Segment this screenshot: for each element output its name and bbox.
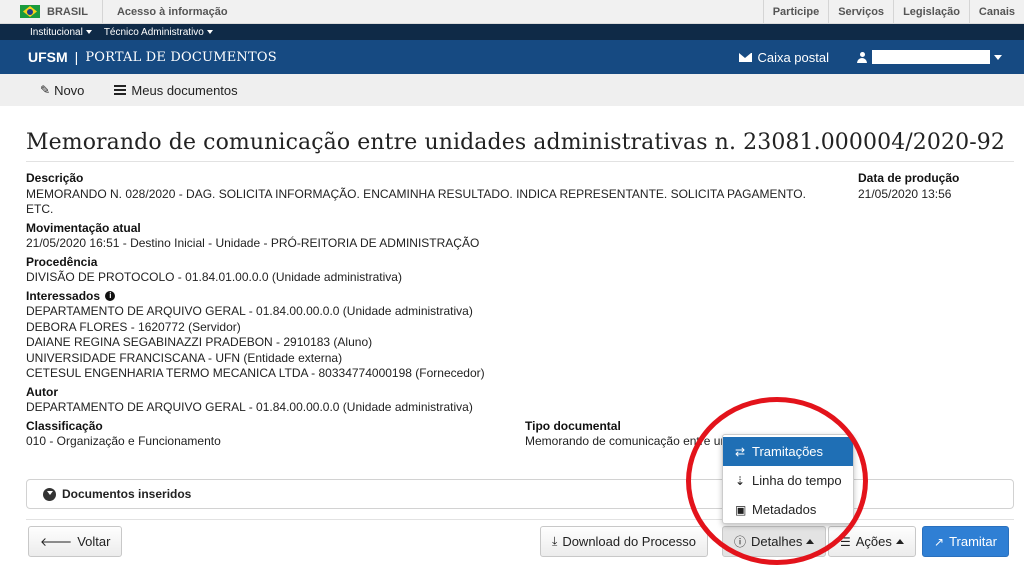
participe-link[interactable]: Participe: [762, 0, 828, 23]
interessado-item: CETESUL ENGENHARIA TERMO MECANICA LTDA -…: [26, 366, 485, 380]
detalhes-dropdown-menu: ⇄ Tramitações ⇣ Linha do tempo ▣ Metadad…: [722, 434, 854, 524]
sort-timeline-icon: ⇣: [735, 473, 746, 488]
metadados-label: Metadados: [752, 502, 817, 517]
movimentacao-value: 21/05/2020 16:51 - Destino Inicial - Uni…: [26, 236, 480, 250]
data-producao-label: Data de produção: [858, 171, 960, 185]
interessado-item: DAIANE REGINA SEGABINAZZI PRADEBON - 291…: [26, 335, 373, 349]
share-icon: ↗: [934, 534, 945, 549]
legislacao-link[interactable]: Legislação: [893, 0, 969, 23]
movimentacao-block: Movimentação atual 21/05/2020 16:51 - De…: [26, 221, 1014, 252]
ufsm-logo[interactable]: UFSM: [28, 49, 68, 65]
exchange-icon: ⇄: [735, 444, 746, 459]
acoes-label: Ações: [855, 534, 892, 549]
user-menu[interactable]: [857, 50, 1002, 64]
archive-icon: ▣: [735, 502, 747, 517]
voltar-label: Voltar: [77, 534, 111, 549]
header-separator: |: [74, 49, 79, 65]
menu-item-linha-do-tempo[interactable]: ⇣ Linha do tempo: [723, 466, 853, 495]
interessados-label: Interessados: [26, 288, 101, 303]
novo-label: Novo: [54, 82, 85, 98]
gov-bar: BRASIL Acesso à informação Participe Ser…: [0, 0, 1024, 24]
documentos-inseridos-accordion[interactable]: Documentos inseridos: [26, 479, 1014, 509]
autor-label: Autor: [26, 384, 58, 399]
chevron-down-circle-icon: [43, 487, 56, 501]
acoes-button[interactable]: ☰ Ações: [828, 526, 916, 557]
servicos-link[interactable]: Serviços: [828, 0, 893, 23]
page-title: Memorando de comunicação entre unidades …: [26, 130, 1014, 162]
autor-value: DEPARTAMENTO DE ARQUIVO GERAL - 01.84.00…: [26, 400, 473, 414]
data-producao-value: 21/05/2020 13:56: [858, 186, 952, 201]
interessado-item: DEBORA FLORES - 1620772 (Servidor): [26, 319, 241, 334]
autor-block: Autor DEPARTAMENTO DE ARQUIVO GERAL - 01…: [26, 385, 1014, 416]
procedencia-label: Procedência: [26, 254, 98, 269]
classificacao-block: Classificação 010 - Organização e Funcio…: [26, 419, 525, 450]
novo-button[interactable]: ✎ Novo: [40, 83, 84, 98]
meus-documentos-label: Meus documentos: [131, 82, 238, 98]
classificacao-value: 010 - Organização e Funcionamento: [26, 434, 221, 448]
list-icon: [114, 85, 127, 95]
detalhes-button[interactable]: ⓘ Detalhes: [722, 526, 827, 557]
tramitar-button[interactable]: ↗ Tramitar: [922, 526, 1009, 557]
download-label: Download do Processo: [562, 534, 697, 549]
download-processo-button[interactable]: ⤓ Download do Processo: [540, 526, 709, 557]
tramitacoes-label: Tramitações: [752, 444, 824, 459]
interessado-item: DEPARTAMENTO DE ARQUIVO GERAL - 01.84.00…: [26, 304, 473, 318]
detalhes-label: Detalhes: [751, 534, 803, 549]
download-icon: ⤓: [552, 534, 558, 548]
caixa-postal-label: Caixa postal: [757, 49, 829, 65]
menu-item-tramitacoes[interactable]: ⇄ Tramitações: [723, 437, 853, 466]
portal-title[interactable]: PORTAL DE DOCUMENTOS: [85, 50, 277, 65]
linha-do-tempo-label: Linha do tempo: [752, 473, 842, 488]
brazil-flag-icon: [20, 5, 40, 18]
caret-up-icon: [806, 539, 815, 544]
brasil-link[interactable]: BRASIL: [0, 0, 103, 23]
tecnico-label: Técnico Administrativo: [103, 26, 204, 38]
procedencia-block: Procedência DIVISÃO DE PROTOCOLO - 01.84…: [26, 255, 1014, 286]
movimentacao-label: Movimentação atual: [26, 220, 141, 235]
tecnico-menu[interactable]: Técnico Administrativo: [104, 27, 213, 38]
caret-down-icon: [994, 54, 1002, 60]
meus-documentos-button[interactable]: Meus documentos: [114, 82, 238, 98]
divider: [26, 519, 1014, 520]
documentos-inseridos-label: Documentos inseridos: [62, 487, 192, 501]
pencil-icon: ✎: [40, 83, 51, 97]
institucional-menu[interactable]: Institucional: [30, 27, 92, 38]
info-circle-icon: ⓘ: [734, 535, 747, 549]
tipo-documental-label: Tipo documental: [525, 418, 621, 433]
procedencia-value: DIVISÃO DE PROTOCOLO - 01.84.01.00.0.0 (…: [26, 270, 402, 284]
document-details: Memorando de comunicação entre unidades …: [26, 130, 1014, 450]
canais-link[interactable]: Canais: [968, 0, 1024, 23]
app-header: UFSM | PORTAL DE DOCUMENTOS Caixa postal: [0, 40, 1024, 74]
user-icon: [857, 51, 867, 63]
classificacao-label: Classificação: [26, 418, 103, 433]
brasil-label: BRASIL: [47, 5, 88, 18]
envelope-icon: [739, 52, 753, 62]
toolbar: ✎ Novo Meus documentos: [0, 74, 1024, 106]
menu-item-metadados[interactable]: ▣ Metadados: [723, 495, 853, 524]
tramitar-label: Tramitar: [949, 534, 997, 549]
user-name-redacted: [872, 50, 990, 64]
acesso-informacao-link[interactable]: Acesso à informação: [103, 6, 242, 18]
institucional-label: Institucional: [30, 26, 83, 38]
caret-down-icon: [206, 29, 213, 34]
list-menu-icon: ☰: [840, 534, 851, 549]
interessado-item: UNIVERSIDADE FRANCISCANA - UFN (Entidade…: [26, 350, 343, 365]
institutional-bar: Institucional Técnico Administrativo: [0, 24, 1024, 40]
descricao-value: MEMORANDO N. 028/2020 - DAG. SOLICITA IN…: [26, 186, 806, 217]
caixa-postal-link[interactable]: Caixa postal: [739, 50, 829, 65]
data-producao-block: Data de produção 21/05/2020 13:56: [858, 171, 959, 202]
caret-up-icon: [895, 539, 904, 544]
voltar-button[interactable]: 🡐 Voltar: [28, 526, 123, 557]
interessados-block: Interessados i DEPARTAMENTO DE ARQUIVO G…: [26, 289, 1014, 382]
descricao-label: Descrição: [26, 171, 84, 185]
arrow-left-icon: 🡐: [40, 535, 73, 549]
descricao-block: Descrição MEMORANDO N. 028/2020 - DAG. S…: [26, 171, 816, 218]
caret-down-icon: [85, 29, 92, 34]
info-icon[interactable]: i: [105, 291, 116, 302]
